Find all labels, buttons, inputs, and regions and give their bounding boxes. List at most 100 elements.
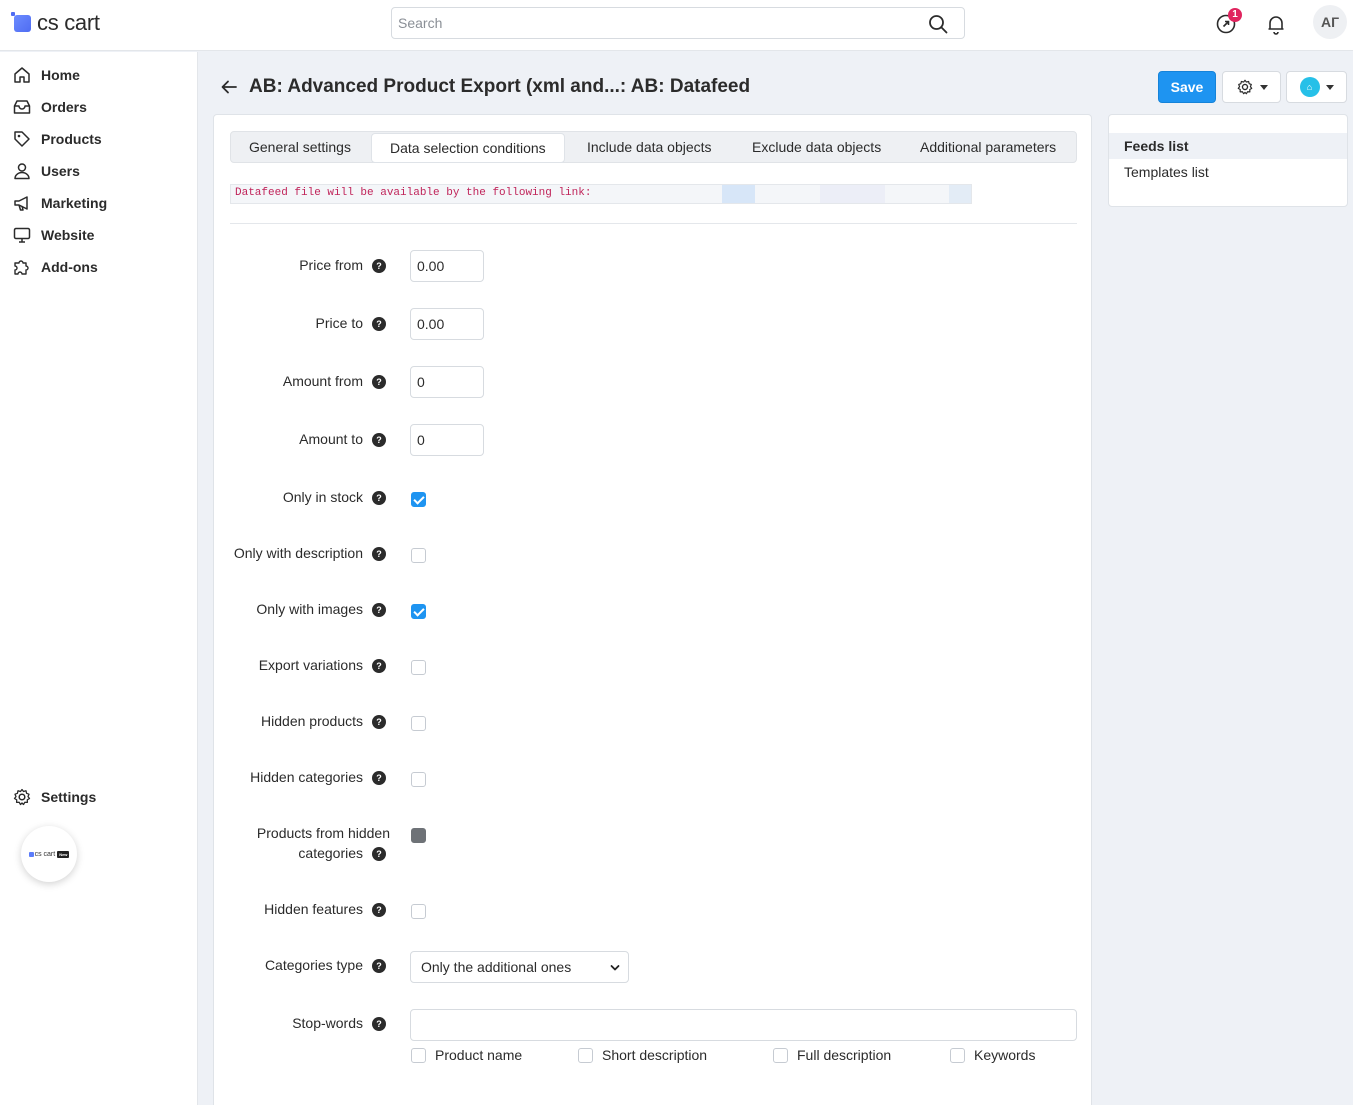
sidebar: Home Orders Products Users Marketing Web… xyxy=(0,52,198,1105)
page-title: AB: Advanced Product Export (xml and...:… xyxy=(249,76,751,97)
help-icon[interactable]: ? xyxy=(372,375,386,389)
monitor-icon xyxy=(13,227,31,243)
hidden-features-checkbox[interactable] xyxy=(411,904,426,919)
tab-include-data-objects[interactable]: Include data objects xyxy=(587,132,712,162)
help-icon[interactable]: ? xyxy=(372,603,386,617)
gear-icon xyxy=(1237,79,1252,95)
sidebar-item-add-ons[interactable]: Add-ons xyxy=(12,256,98,278)
chevron-down-icon xyxy=(1259,84,1268,90)
stop-words-option-product-name[interactable]: Product name xyxy=(411,1047,522,1063)
storefront-dropdown-button[interactable]: ⌂ xyxy=(1286,71,1347,103)
help-icon[interactable]: ? xyxy=(372,715,386,729)
amount-from-input[interactable] xyxy=(410,366,484,398)
help-icon[interactable]: ? xyxy=(372,903,386,917)
tab-additional-parameters[interactable]: Additional parameters xyxy=(920,132,1056,162)
help-icon[interactable]: ? xyxy=(372,259,386,273)
categories-type-select[interactable]: Only the additional ones xyxy=(410,951,629,983)
tab-data-selection-conditions[interactable]: Data selection conditions xyxy=(371,133,565,163)
settings-dropdown-button[interactable] xyxy=(1222,71,1281,103)
hidden-products-checkbox[interactable] xyxy=(411,716,426,731)
avatar[interactable]: АГ xyxy=(1313,5,1347,39)
price-from-input[interactable] xyxy=(410,250,484,282)
sidebar-item-label: Settings xyxy=(41,789,97,805)
promo-new-badge: New xyxy=(57,850,70,858)
stop-words-option-full-description[interactable]: Full description xyxy=(773,1047,891,1063)
tab-exclude-data-objects[interactable]: Exclude data objects xyxy=(752,132,881,162)
option-label: Full description xyxy=(797,1047,892,1063)
help-icon[interactable]: ? xyxy=(372,847,386,861)
only-with-images-checkbox[interactable] xyxy=(411,604,426,619)
help-icon[interactable]: ? xyxy=(372,317,386,331)
link-redacted-segment xyxy=(722,185,755,203)
user-icon xyxy=(14,163,30,180)
only-with-description-label: Only with description xyxy=(233,545,363,561)
orders-icon xyxy=(13,100,31,114)
tag-icon xyxy=(14,131,30,147)
megaphone-icon xyxy=(14,196,28,211)
hidden-products-label: Hidden products xyxy=(261,713,363,729)
only-with-description-checkbox[interactable] xyxy=(411,548,426,563)
sidebar-item-marketing[interactable]: Marketing xyxy=(12,192,107,214)
search-icon[interactable] xyxy=(928,14,948,34)
checkbox[interactable] xyxy=(773,1047,788,1063)
save-button[interactable]: Save xyxy=(1158,71,1216,103)
promo-logo: cs cart New xyxy=(28,850,70,858)
checkbox[interactable] xyxy=(578,1047,593,1063)
only-in-stock-label: Only in stock xyxy=(282,489,363,505)
search-input[interactable] xyxy=(398,9,918,37)
stop-words-input[interactable] xyxy=(410,1009,1077,1041)
cs-cart-logo[interactable]: cs cart xyxy=(11,10,100,36)
home-icon xyxy=(14,67,30,83)
side-panel: Feeds list Templates list xyxy=(1108,114,1348,207)
sidebar-item-products[interactable]: Products xyxy=(12,128,102,150)
sidebar-item-website[interactable]: Website xyxy=(12,224,94,246)
sidebar-item-orders[interactable]: Orders xyxy=(12,96,87,118)
help-icon[interactable]: ? xyxy=(372,547,386,561)
side-item-templates-list[interactable]: Templates list xyxy=(1109,159,1347,185)
categories-type-label: Categories type xyxy=(264,957,363,973)
amount-to-input[interactable] xyxy=(410,424,484,456)
products-from-hidden-categories-label-line2: categories xyxy=(298,845,363,861)
sidebar-item-settings[interactable]: Settings xyxy=(12,786,96,808)
divider xyxy=(230,223,1077,224)
sidebar-item-label: Orders xyxy=(41,99,87,115)
gear-icon xyxy=(13,788,31,806)
sidebar-item-label: Add-ons xyxy=(41,259,98,275)
main-panel: General settings Data selection conditio… xyxy=(213,114,1092,1105)
option-label: Product name xyxy=(435,1047,523,1063)
sidebar-item-users[interactable]: Users xyxy=(12,160,80,182)
tab-bar: General settings Data selection conditio… xyxy=(230,131,1077,163)
help-icon[interactable]: ? xyxy=(372,959,386,973)
sidebar-item-home[interactable]: Home xyxy=(12,64,80,86)
price-to-input[interactable] xyxy=(410,308,484,340)
checkbox[interactable] xyxy=(411,1047,426,1063)
hidden-features-label: Hidden features xyxy=(264,901,363,917)
datafeed-link-text: Datafeed file will be available by the f… xyxy=(235,187,592,199)
logo-mark-icon xyxy=(11,11,31,32)
price-from-label: Price from xyxy=(299,257,363,273)
promo-badge-button[interactable]: cs cart New xyxy=(21,826,77,882)
hidden-categories-checkbox[interactable] xyxy=(411,772,426,787)
datafeed-link-box[interactable]: Datafeed file will be available by the f… xyxy=(230,184,972,204)
help-icon[interactable]: ? xyxy=(372,433,386,447)
products-from-hidden-categories-label: Products from hidden xyxy=(256,825,390,841)
stop-words-option-keywords[interactable]: Keywords xyxy=(950,1047,1035,1063)
sidebar-item-label: Home xyxy=(41,67,80,83)
export-variations-checkbox[interactable] xyxy=(411,660,426,675)
side-item-feeds-list[interactable]: Feeds list xyxy=(1109,133,1347,159)
checkbox[interactable] xyxy=(950,1047,965,1063)
help-icon[interactable]: ? xyxy=(372,491,386,505)
sidebar-item-label: Products xyxy=(41,131,102,147)
tab-general-settings[interactable]: General settings xyxy=(249,132,351,162)
link-redacted-segment xyxy=(949,185,971,203)
products-from-hidden-categories-checkbox xyxy=(411,828,426,843)
only-in-stock-checkbox[interactable] xyxy=(411,492,426,507)
bell-icon[interactable] xyxy=(1264,12,1288,36)
categories-type-value: Only the additional ones xyxy=(421,959,572,975)
help-icon[interactable]: ? xyxy=(372,771,386,785)
back-arrow-icon[interactable] xyxy=(220,78,238,96)
help-icon[interactable]: ? xyxy=(372,1017,386,1031)
stop-words-option-short-description[interactable]: Short description xyxy=(578,1047,707,1063)
help-icon[interactable]: ? xyxy=(372,659,386,673)
link-redacted-segment xyxy=(820,185,885,203)
